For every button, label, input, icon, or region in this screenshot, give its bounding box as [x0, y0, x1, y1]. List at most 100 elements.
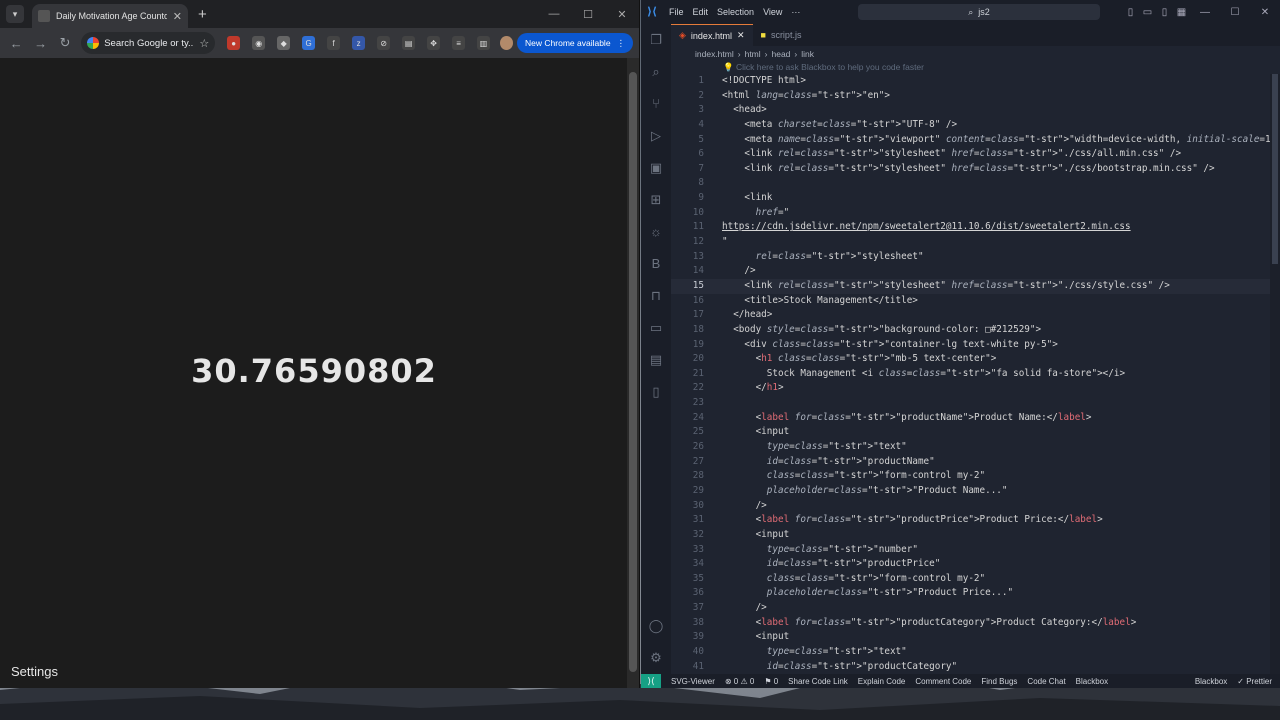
profile-avatar[interactable] [500, 36, 514, 50]
status-item[interactable]: Code Chat [1027, 677, 1065, 686]
close-tab-icon[interactable]: ✕ [173, 10, 182, 23]
code-line[interactable]: 33 type=class="t-str">"number" [671, 543, 1270, 558]
code-line[interactable]: 21 Stock Management <i class=class="t-st… [671, 367, 1270, 382]
extension-camera-icon[interactable]: ◉ [252, 36, 266, 50]
menu-item[interactable]: File [669, 7, 684, 17]
code-line[interactable]: 36 placeholder=class="t-str">"Product Pr… [671, 586, 1270, 601]
code-line[interactable]: 10 href=" [671, 206, 1270, 221]
remote-indicator-icon[interactable]: ⟩⟨ [641, 674, 661, 688]
code-line[interactable]: 38 <label for=class="t-str">"productCate… [671, 616, 1270, 631]
code-line[interactable]: 17 </head> [671, 308, 1270, 323]
code-line[interactable]: 14 /> [671, 264, 1270, 279]
code-line[interactable]: 22 </h1> [671, 381, 1270, 396]
menu-item[interactable]: View [763, 7, 782, 17]
status-item[interactable]: ⚑ 0 [764, 677, 778, 686]
extensions-puzzle-icon[interactable]: ✥ [427, 36, 441, 50]
code-line[interactable]: 1 <!DOCTYPE html> [671, 74, 1270, 89]
minimize-icon[interactable]: — [537, 0, 571, 28]
code-line[interactable]: 20 <h1 class=class="t-str">"mb-5 text-ce… [671, 352, 1270, 367]
more-menu-icon[interactable]: ⋮ [617, 38, 626, 49]
blackbox-icon[interactable]: B [641, 248, 671, 280]
page-scrollbar[interactable] [627, 58, 639, 688]
tab-index-html[interactable]: ◈ index.html ✕ [671, 24, 753, 46]
source-control-icon[interactable]: ⑂ [641, 88, 671, 120]
code-line[interactable]: 4 <meta charset=class="t-str">"UTF-8" /> [671, 118, 1270, 133]
code-line[interactable]: 5 <meta name=class="t-str">"viewport" co… [671, 133, 1270, 148]
code-line[interactable]: 13 rel=class="t-str">"stylesheet" [671, 250, 1270, 265]
browser-tab[interactable]: Daily Motivation Age Countdown ✕ [32, 4, 188, 28]
editor-scrollbar[interactable] [1270, 74, 1280, 674]
code-line[interactable]: 18 <body style=class="t-str">"background… [671, 323, 1270, 338]
code-line[interactable]: 40 type=class="t-str">"text" [671, 645, 1270, 660]
code-line[interactable]: 34 id=class="t-str">"productPrice" [671, 557, 1270, 572]
code-line[interactable]: 15 <link rel=class="t-str">"stylesheet" … [671, 278, 1270, 294]
code-line[interactable]: 39 <input [671, 630, 1270, 645]
status-item[interactable]: SVG-Viewer [671, 677, 715, 686]
extension-zip-icon[interactable]: z [352, 36, 366, 50]
close-window-icon[interactable]: ✕ [605, 0, 639, 28]
back-icon[interactable]: ← [6, 32, 26, 54]
code-line[interactable]: 37 /> [671, 601, 1270, 616]
layout-icon[interactable]: ▦ [1173, 7, 1190, 18]
account-icon[interactable]: ◯ [641, 610, 671, 642]
bookmark-icon[interactable]: ⊓ [641, 280, 671, 312]
toggle-sidebar-icon[interactable]: ▯ [1122, 7, 1139, 18]
code-line[interactable]: 19 <div class=class="t-str">"container-l… [671, 338, 1270, 353]
new-tab-icon[interactable]: + [198, 6, 207, 23]
breadcrumb-item[interactable]: html [745, 49, 761, 59]
chrome-update-button[interactable]: New Chrome available ⋮ [517, 33, 634, 53]
status-item[interactable]: Find Bugs [981, 677, 1017, 686]
close-tab-icon[interactable]: ✕ [737, 30, 745, 41]
settings-link[interactable]: Settings [11, 664, 58, 679]
forward-icon[interactable]: → [30, 32, 50, 54]
tab-search-icon[interactable]: ▾ [6, 5, 24, 23]
minimize-icon[interactable]: — [1190, 7, 1220, 18]
breadcrumb-item[interactable]: head [772, 49, 791, 59]
scrollbar-thumb[interactable] [1272, 74, 1278, 264]
code-line[interactable]: 16 <title>Stock Management</title> [671, 294, 1270, 309]
menu-item[interactable]: Edit [693, 7, 709, 17]
scrollbar-thumb[interactable] [629, 72, 637, 672]
menu-item[interactable]: Selection [717, 7, 754, 17]
code-line[interactable]: 41 id=class="t-str">"productCategory" [671, 660, 1270, 674]
code-line[interactable]: 3 <head> [671, 103, 1270, 118]
tab-script-js[interactable]: ■ script.js [753, 24, 810, 46]
code-line[interactable]: 8 [671, 176, 1270, 191]
code-editor[interactable]: 1 <!DOCTYPE html> 2 <html lang=class="t-str… [671, 74, 1270, 674]
code-line[interactable]: 31 <label for=class="t-str">"productPric… [671, 513, 1270, 528]
extension-icon[interactable]: ● [227, 36, 241, 50]
status-item[interactable]: Explain Code [858, 677, 906, 686]
extension-doc-icon[interactable]: ▤ [402, 36, 416, 50]
menu-item[interactable]: ··· [791, 7, 800, 17]
code-line[interactable]: 12 " [671, 235, 1270, 250]
code-line[interactable]: 11 https://cdn.jsdelivr.net/npm/sweetaler… [671, 220, 1270, 235]
status-item[interactable]: Comment Code [915, 677, 971, 686]
code-line[interactable]: 2 <html lang=class="t-str">"en"> [671, 89, 1270, 104]
status-item[interactable]: Share Code Link [788, 677, 848, 686]
blackbox-hint[interactable]: 💡 Click here to ask Blackbox to help you… [723, 62, 924, 73]
extension-translate-icon[interactable]: G [302, 36, 316, 50]
breadcrumb-item[interactable]: link [801, 49, 814, 59]
search-icon[interactable]: ⌕ [641, 56, 671, 88]
status-item[interactable]: ⊗ 0 ⚠ 0 [725, 677, 754, 686]
code-line[interactable]: 28 class=class="t-str">"form-control my-… [671, 469, 1270, 484]
code-line[interactable]: 35 class=class="t-str">"form-control my-… [671, 572, 1270, 587]
code-line[interactable]: 29 placeholder=class="t-str">"Product Na… [671, 484, 1270, 499]
code-line[interactable]: 32 <input [671, 528, 1270, 543]
explorer-icon[interactable]: ❐ [641, 24, 671, 56]
device-icon[interactable]: ▯ [641, 376, 671, 408]
bookmark-star-icon[interactable]: ☆ [199, 37, 209, 50]
manage-gear-icon[interactable]: ⚙ [641, 642, 671, 674]
maximize-icon[interactable]: ☐ [571, 0, 605, 28]
side-panel-icon[interactable]: ▥ [477, 36, 491, 50]
media-icon[interactable]: ≡ [452, 36, 466, 50]
extensions-icon[interactable]: ⊞ [641, 184, 671, 216]
code-line[interactable]: 27 id=class="t-str">"productName" [671, 455, 1270, 470]
extension-compass-icon[interactable]: ⊘ [377, 36, 391, 50]
run-debug-icon[interactable]: ▷ [641, 120, 671, 152]
status-item[interactable]: Blackbox [1195, 677, 1227, 686]
extension-font-icon[interactable]: f [327, 36, 341, 50]
status-item[interactable]: Blackbox [1076, 677, 1108, 686]
extension-shield-icon[interactable]: ◆ [277, 36, 291, 50]
folder-icon[interactable]: ▭ [641, 312, 671, 344]
